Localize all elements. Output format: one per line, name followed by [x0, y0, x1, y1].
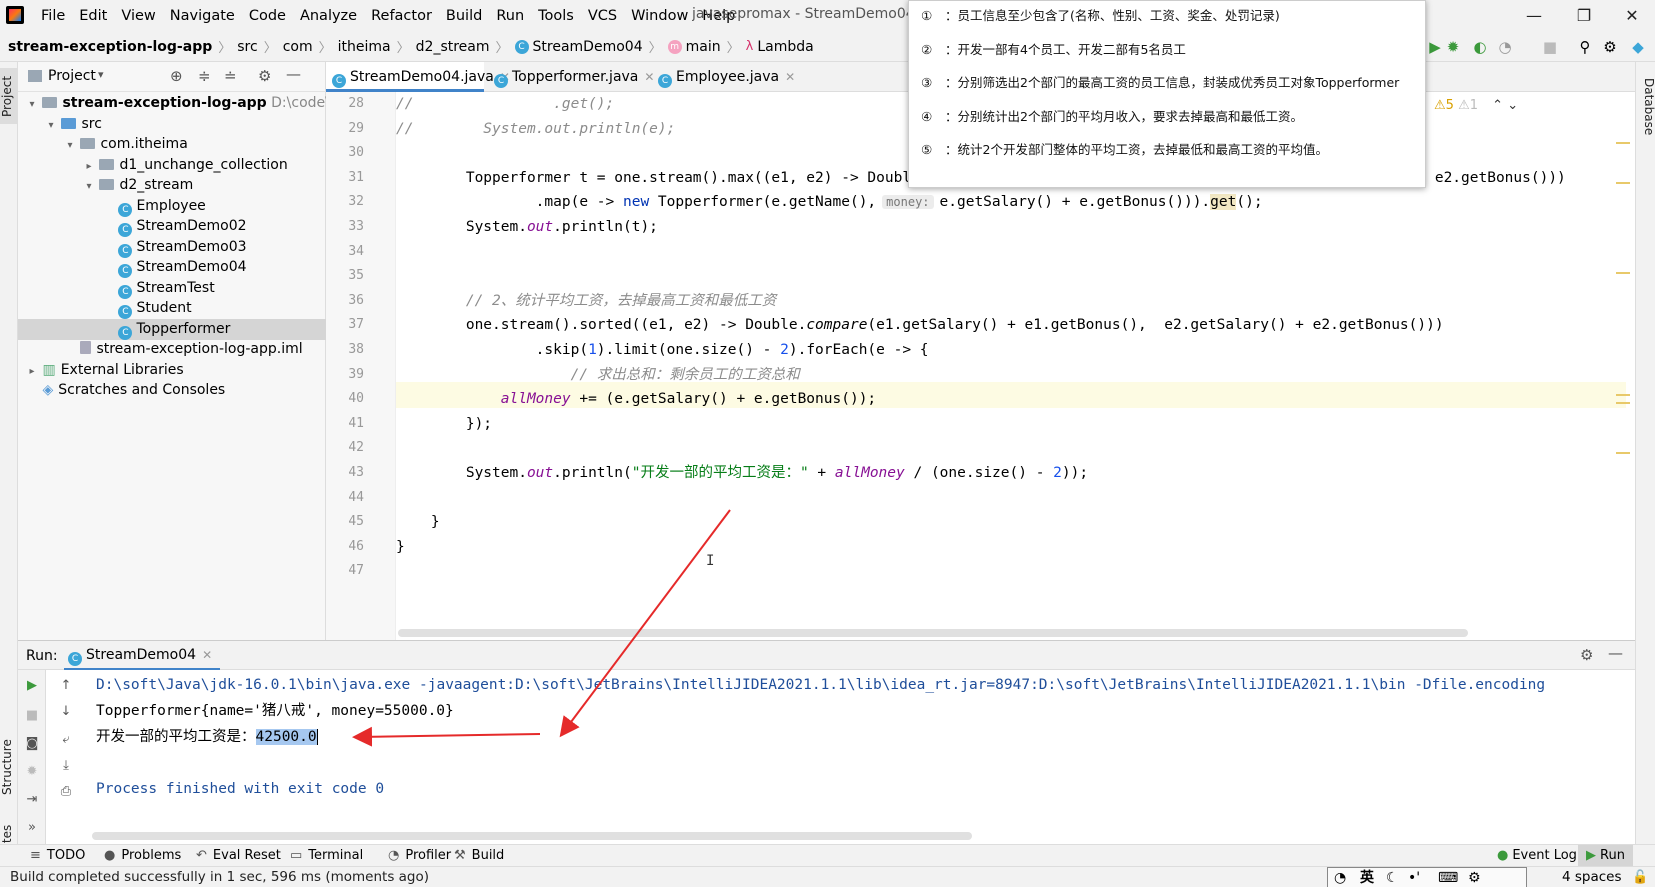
tool-window-problems[interactable]: ● Problems	[104, 845, 181, 867]
tool-window-label: Problems	[121, 848, 182, 863]
event-log-button[interactable]: ● Event Log	[1497, 845, 1577, 867]
mouse-cursor-icon: I	[706, 553, 714, 569]
arrow-to-result-icon	[352, 726, 541, 747]
punctuation-icon[interactable]: •ꞌ	[1408, 868, 1420, 887]
tool-window-build[interactable]: ⚒ Build	[454, 845, 504, 867]
tool-window-profiler[interactable]: ◔ Profiler	[388, 845, 451, 867]
tool-window-icon: ●	[104, 848, 116, 863]
tool-window-label: Terminal	[308, 848, 364, 863]
status-message: Build completed successfully in 1 sec, 5…	[10, 869, 430, 885]
tool-window-label: Build	[471, 848, 505, 863]
run-icon: ▶	[1586, 848, 1596, 863]
tool-window-icon: ▭	[290, 848, 303, 863]
tool-window-eval-reset[interactable]: ↶ Eval Reset	[196, 845, 281, 867]
tool-window-label: Profiler	[405, 848, 452, 863]
moon-icon[interactable]: ☾	[1386, 868, 1399, 887]
event-log-icon: ●	[1497, 848, 1509, 863]
tool-window-label: Eval Reset	[212, 848, 281, 863]
run-tool-label: Run	[1600, 848, 1625, 863]
ime-logo-icon[interactable]: ◔	[1334, 868, 1346, 887]
tool-window-icon: ≡	[30, 848, 41, 863]
ide-window: File Edit View Navigate Code Analyze Refactor B…	[0, 0, 1655, 887]
event-log-label: Event Log	[1512, 848, 1577, 863]
tool-window-label: TODO	[46, 848, 86, 863]
ime-language[interactable]: 英	[1360, 868, 1374, 887]
gear-icon[interactable]: ⚙	[1468, 868, 1481, 887]
status-bar: Build completed successfully in 1 sec, 5…	[0, 866, 1655, 887]
tool-window-icon: ⚒	[454, 848, 466, 863]
tool-window-icon: ◔	[388, 848, 400, 863]
ime-toolbar: ◔ 英 ☾ •ꞌ ⌨ ⚙	[1327, 867, 1527, 887]
run-tool-button[interactable]: ▶ Run	[1578, 845, 1633, 867]
indent-status[interactable]: 4 spaces	[1562, 867, 1622, 887]
keyboard-icon[interactable]: ⌨	[1438, 868, 1458, 887]
tool-window-icon: ↶	[196, 848, 207, 863]
tool-window-todo[interactable]: ≡ TODO	[30, 845, 85, 867]
bottom-tool-bar: ≡ TODO ● Problems ↶ Eval Reset ▭ Terminal ◔ Profi…	[0, 844, 1655, 867]
annotation-arrows: I	[352, 509, 731, 747]
lock-icon[interactable]: 🔓	[1632, 867, 1648, 887]
tool-window-terminal[interactable]: ▭ Terminal	[290, 845, 363, 867]
arrow-from-code-icon	[559, 509, 731, 738]
